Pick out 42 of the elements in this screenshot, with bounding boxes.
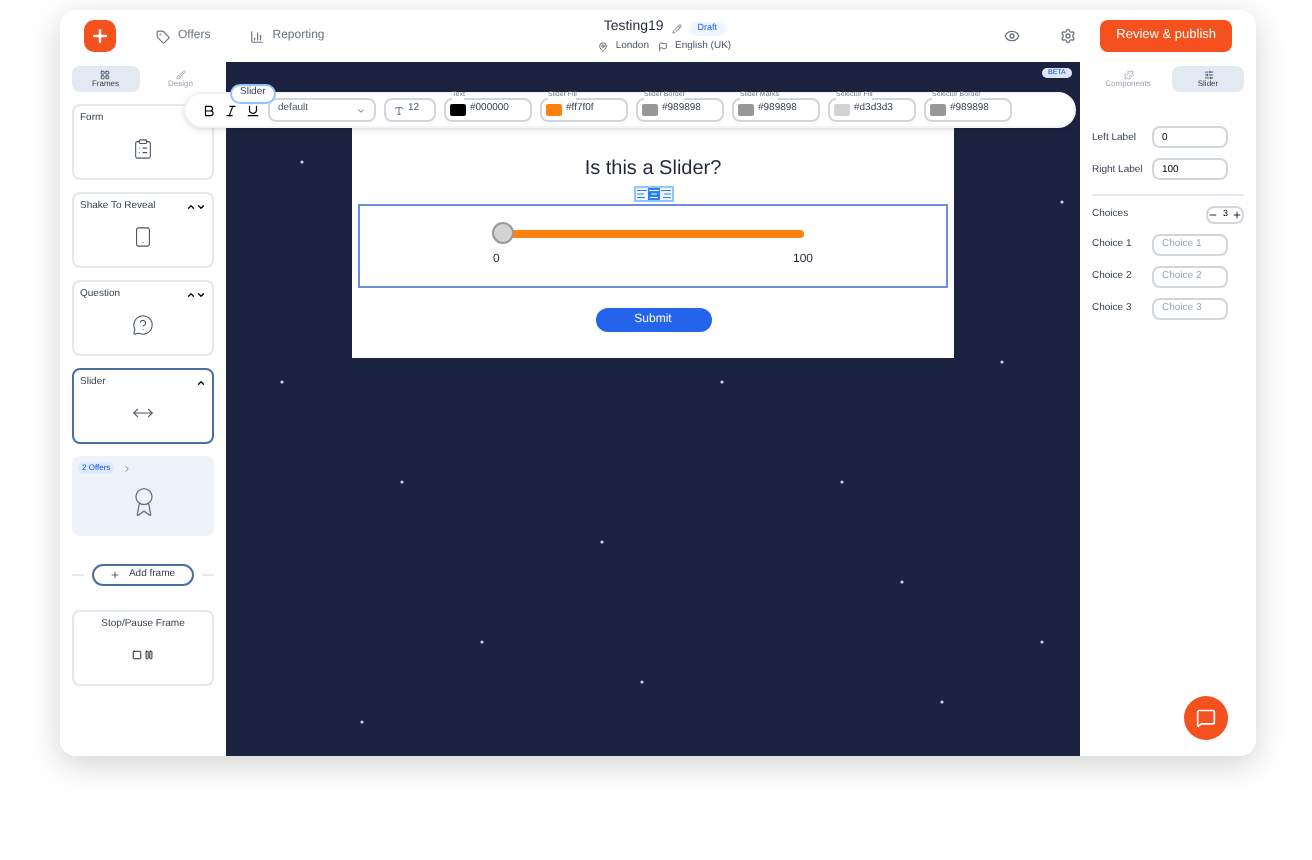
move-up-icon[interactable] (196, 378, 206, 389)
slider-thumb[interactable] (491, 222, 513, 244)
align-left-icon[interactable] (635, 188, 647, 200)
plus-icon (110, 570, 121, 580)
color-swatch (930, 104, 946, 116)
text-size-icon (394, 105, 404, 115)
plus-icon[interactable] (1232, 209, 1242, 220)
preview-icon[interactable] (1004, 28, 1021, 44)
color-swatch (450, 104, 466, 116)
underline-icon[interactable] (246, 103, 260, 117)
color-swatch (546, 104, 562, 116)
grid-icon (100, 70, 111, 80)
move-up-icon[interactable] (186, 202, 196, 213)
stop-icon (132, 650, 142, 661)
brush-icon (175, 70, 186, 80)
move-down-icon[interactable] (196, 202, 206, 213)
color-swatch (834, 104, 850, 116)
bold-icon[interactable] (202, 103, 216, 117)
bar-chart-icon (250, 29, 265, 43)
flag-icon (657, 41, 667, 52)
logo-icon[interactable] (84, 20, 116, 52)
color-swatch (642, 104, 658, 116)
phone-icon (132, 226, 154, 249)
sliders-icon (1203, 70, 1213, 80)
pause-icon (144, 650, 154, 661)
settings-icon[interactable] (1060, 28, 1077, 44)
puzzle-icon (1123, 70, 1133, 80)
color-swatch (738, 104, 754, 116)
move-up-icon[interactable] (186, 290, 196, 301)
align-right-icon[interactable] (659, 188, 671, 200)
alignment-control[interactable] (633, 186, 673, 202)
align-center-icon[interactable] (647, 188, 659, 200)
tag-icon (156, 29, 170, 43)
chat-icon (1196, 708, 1216, 728)
location-icon (597, 41, 608, 52)
italic-icon[interactable] (224, 103, 238, 117)
minus-icon[interactable] (1208, 209, 1219, 220)
chevron-down-icon (356, 105, 366, 115)
question-text: Is this a Slider? (584, 156, 722, 184)
clipboard-icon (132, 138, 154, 161)
question-bubble-icon (132, 314, 154, 337)
move-down-icon[interactable] (196, 290, 206, 301)
